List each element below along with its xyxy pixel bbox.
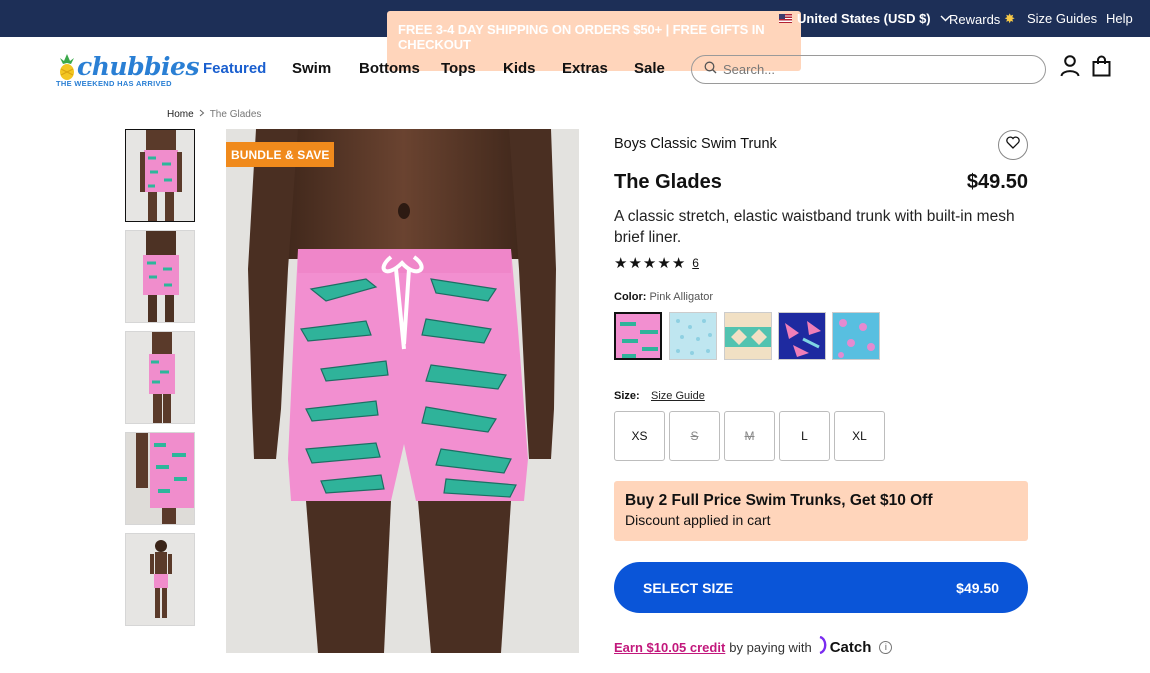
product-title: The Glades <box>614 171 722 193</box>
swatch-light-blue[interactable] <box>669 312 717 360</box>
gallery-thumbnail-5[interactable] <box>125 533 195 626</box>
gallery-thumbnail-1[interactable] <box>125 129 195 222</box>
catch-by-text: by paying with <box>729 639 812 655</box>
search-bar[interactable] <box>691 55 1046 84</box>
info-icon[interactable]: i <box>879 640 893 654</box>
catch-brand-label: Catch <box>829 638 872 656</box>
star-icon: ★ <box>614 255 628 272</box>
nav-featured[interactable]: Featured <box>203 60 266 77</box>
catch-logo: Catch <box>818 635 872 658</box>
rewards-label: Rewards <box>949 11 1001 27</box>
gallery-thumbnail-3[interactable] <box>125 331 195 424</box>
product-price: $49.50 <box>966 171 1028 193</box>
swatch-blue-floral[interactable] <box>832 312 880 360</box>
announcement-bar: FREE 3-4 DAY SHIPPING ON ORDERS $50+ | F… <box>0 0 1150 71</box>
size-m-button[interactable]: M <box>724 411 775 461</box>
size-guide-link[interactable]: Size Guide <box>651 390 705 402</box>
product-description: A classic stretch, elastic waistband tru… <box>614 208 1015 246</box>
logo-tagline: THE WEEKEND HAS ARRIVED <box>56 79 172 88</box>
color-label: Color: Pink Alligator <box>614 291 713 303</box>
gallery-thumbnail-4[interactable] <box>125 432 195 525</box>
nav-extras[interactable]: Extras <box>562 60 608 77</box>
rewards-link[interactable]: Rewards ✸ <box>949 11 1015 27</box>
nav-tops[interactable]: Tops <box>441 60 476 77</box>
product-subtitle: Boys Classic Swim Trunk <box>614 136 777 152</box>
color-label-value: Pink Alligator <box>649 291 714 303</box>
rating-stars[interactable]: ★ ★ ★ ★ ★ 6 <box>614 254 699 272</box>
search-icon <box>704 61 717 79</box>
catch-mark-icon <box>818 635 828 658</box>
star-icon: ★ <box>642 255 657 272</box>
nav-kids[interactable]: Kids <box>503 60 536 77</box>
breadcrumb-home[interactable]: Home <box>167 109 194 120</box>
catch-earn-link[interactable]: Earn $10.05 credit <box>614 640 725 655</box>
size-s-button[interactable]: S <box>669 411 720 461</box>
account-icon[interactable] <box>1060 55 1080 82</box>
bundle-promo-banner: Buy 2 Full Price Swim Trunks, Get $10 Of… <box>614 481 1028 541</box>
promo-heading: Buy 2 Full Price Swim Trunks, Get $10 Of… <box>625 492 933 509</box>
search-input[interactable] <box>723 62 1023 77</box>
star-icon: ★ <box>628 255 642 272</box>
gallery-thumbnail-2[interactable] <box>125 230 195 323</box>
region-label: United States (USD $) <box>797 11 931 26</box>
cta-price: $49.50 <box>956 579 999 596</box>
cta-label: SELECT SIZE <box>643 579 734 596</box>
size-xs-button[interactable]: XS <box>614 411 665 461</box>
wishlist-button[interactable] <box>998 130 1028 160</box>
help-link[interactable]: Help <box>1106 11 1133 26</box>
us-flag-icon <box>779 14 792 23</box>
bundle-save-badge: BUNDLE & SAVE <box>226 142 335 167</box>
catch-credit-row: Earn $10.05 credit by paying with Catch … <box>614 635 893 658</box>
star-icon: ★ <box>657 255 671 272</box>
breadcrumb-current: The Glades <box>209 109 262 120</box>
review-count[interactable]: 6 <box>692 256 699 270</box>
nav-sale[interactable]: Sale <box>634 60 665 77</box>
star-icon: ★ <box>671 255 686 272</box>
chubbies-logo[interactable]: chubbies THE WEEKEND HAS ARRIVED <box>55 52 200 88</box>
promo-subtext: Discount applied in cart <box>625 512 771 528</box>
swatch-pink-alligator[interactable] <box>614 312 662 360</box>
logo-wordmark: chubbies <box>77 52 200 81</box>
nav-swim[interactable]: Swim <box>292 60 331 77</box>
size-xl-button[interactable]: XL <box>834 411 885 461</box>
sparkle-icon: ✸ <box>1004 11 1016 26</box>
cart-icon[interactable] <box>1092 55 1111 82</box>
region-selector[interactable]: United States (USD $) <box>779 11 951 26</box>
size-label: Size: <box>614 390 640 402</box>
nav-bottoms[interactable]: Bottoms <box>359 60 420 77</box>
heart-icon <box>1006 136 1020 154</box>
color-label-key: Color: <box>614 291 647 303</box>
breadcrumb: Home The Glades <box>167 109 261 120</box>
size-guides-link[interactable]: Size Guides <box>1027 11 1097 26</box>
size-l-button[interactable]: L <box>779 411 830 461</box>
product-main-image[interactable] <box>226 129 579 653</box>
swatch-aztec-teal[interactable] <box>724 312 772 360</box>
chevron-right-icon <box>199 109 205 120</box>
swatch-navy-tropical[interactable] <box>778 312 826 360</box>
select-size-button[interactable]: SELECT SIZE $49.50 <box>614 562 1028 613</box>
